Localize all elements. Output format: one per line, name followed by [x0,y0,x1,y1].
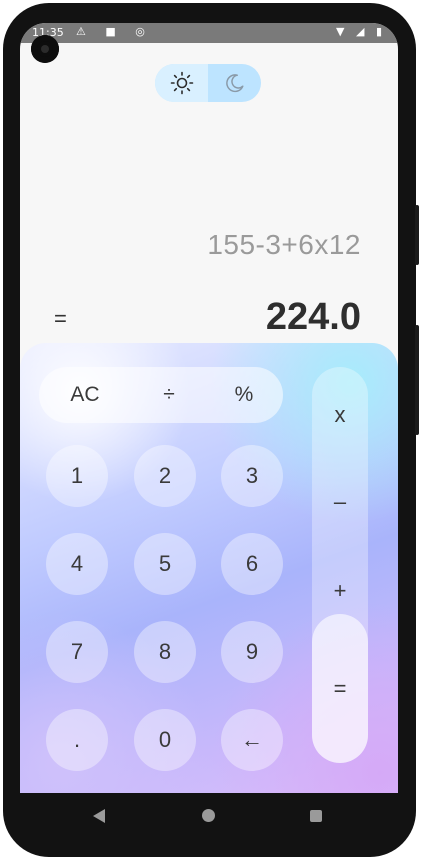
volume-button [415,325,419,435]
status-bar: 11:35 ⚠ ■ ◎ ▼ ◢ ▮ [20,23,398,43]
decimal-button[interactable]: . [46,709,108,771]
result-display: 224.0 [265,296,361,338]
result-equals-sign: = [54,306,67,331]
screen: 11:35 ⚠ ■ ◎ ▼ ◢ ▮ 155-3+6x12 = 224.0 AC … [20,23,398,793]
equals-button[interactable]: = [334,676,347,702]
digit-8-button[interactable]: 8 [134,621,196,683]
light-mode-option[interactable] [155,64,208,102]
clear-button[interactable]: AC [70,383,99,407]
digit-0-button[interactable]: 0 [134,709,196,771]
digit-3-button[interactable]: 3 [221,445,283,507]
digit-5-button[interactable]: 5 [134,533,196,595]
divide-button[interactable]: ÷ [163,383,175,407]
recents-icon[interactable] [310,810,322,822]
digit-9-button[interactable]: 9 [221,621,283,683]
digit-4-button[interactable]: 4 [46,533,108,595]
navigation-bar [20,793,398,839]
dark-mode-option[interactable] [208,64,261,102]
multiply-button[interactable]: x [335,402,346,428]
subtract-button[interactable]: – [334,489,346,515]
add-button[interactable]: + [334,578,347,604]
digit-1-button[interactable]: 1 [46,445,108,507]
home-icon[interactable] [202,809,215,822]
back-icon[interactable] [93,809,105,823]
notification-icons: ⚠ ■ ◎ [76,25,153,38]
moon-icon [225,74,244,93]
backspace-button[interactable]: ← [221,709,283,771]
digit-7-button[interactable]: 7 [46,621,108,683]
system-icons: ▼ ◢ ▮ [336,25,386,38]
power-button [415,205,419,265]
front-camera [31,35,59,63]
theme-toggle[interactable] [155,64,261,102]
digit-6-button[interactable]: 6 [221,533,283,595]
percent-button[interactable]: % [235,383,254,407]
digit-2-button[interactable]: 2 [134,445,196,507]
sun-icon [170,71,193,95]
expression-display: 155-3+6x12 [207,229,361,260]
keypad: AC ÷ % 1 2 3 4 5 6 7 8 9 . 0 ← x – + = [20,343,398,793]
